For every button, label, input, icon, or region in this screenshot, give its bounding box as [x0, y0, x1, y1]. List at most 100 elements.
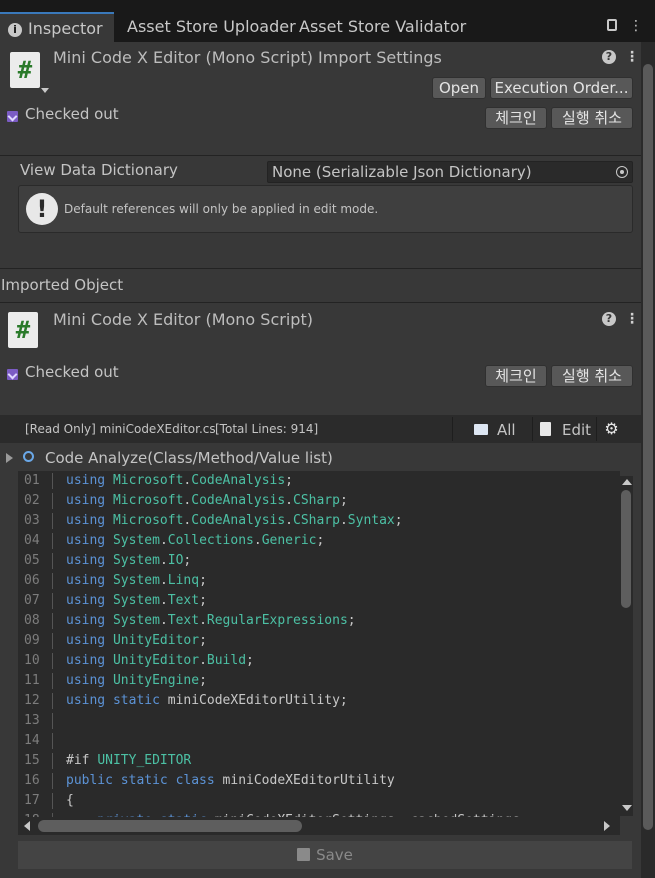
tab-bar: i Inspector Asset Store Uploader Asset St…: [0, 0, 655, 42]
line-number: 01: [24, 473, 40, 488]
edit-button-label: Edit: [562, 421, 592, 439]
code-text: using static miniCodeXEditorUtility;: [66, 693, 348, 708]
checkin-button[interactable]: 체크인: [485, 365, 547, 387]
save-button[interactable]: Save: [18, 841, 632, 869]
scroll-up-arrow-icon[interactable]: [622, 479, 632, 485]
undo-button[interactable]: 실행 취소: [551, 365, 633, 387]
code-line: 16 public static class miniCodeXEditorUti…: [18, 771, 618, 791]
line-number-separator: [52, 613, 53, 629]
line-number-separator: [52, 553, 53, 569]
line-number: 03: [24, 513, 40, 528]
separator: [0, 268, 641, 269]
warning-text: Default references will only be applied …: [64, 202, 379, 216]
imported-object-title: Mini Code X Editor (Mono Script): [53, 310, 313, 329]
checked-out-label: Checked out: [25, 363, 119, 381]
code-text: using System.Text.RegularExpressions;: [66, 613, 356, 628]
help-icon[interactable]: ?: [602, 50, 616, 64]
execution-order-button[interactable]: Execution Order...: [490, 77, 633, 99]
tab-validator-label: Asset Store Validator: [299, 17, 467, 36]
kebab-menu-icon[interactable]: ⋮: [629, 18, 643, 34]
code-text: using System.IO;: [66, 553, 192, 568]
code-line: 11 using UnityEngine;: [18, 671, 618, 691]
code-line: 05 using System.IO;: [18, 551, 618, 571]
scroll-left-arrow-icon[interactable]: [24, 821, 30, 831]
undo-button[interactable]: 실행 취소: [551, 107, 633, 129]
code-line: 07 using System.Text;: [18, 591, 618, 611]
tab-inspector[interactable]: i Inspector: [0, 12, 114, 42]
checked-out-icon: [7, 369, 18, 380]
line-number-separator: [52, 753, 53, 769]
code-text: using System.Linq;: [66, 573, 207, 588]
code-text: using UnityEngine;: [66, 673, 207, 688]
line-number-separator: [52, 533, 53, 549]
line-number-separator: [52, 653, 53, 669]
code-line: 04 using System.Collections.Generic;: [18, 531, 618, 551]
save-icon: [297, 848, 311, 861]
csharp-script-icon: #: [8, 312, 38, 348]
code-line: 15 #if UNITY_EDITOR: [18, 751, 618, 771]
line-number: 17: [24, 793, 40, 808]
scroll-right-arrow-icon[interactable]: [604, 821, 610, 831]
line-number-separator: [52, 733, 53, 749]
save-button-label: Save: [316, 846, 353, 864]
line-number: 02: [24, 493, 40, 508]
edit-button[interactable]: Edit: [532, 417, 596, 441]
foldout-arrow-icon: [6, 453, 13, 463]
dropdown-arrow-icon[interactable]: [41, 88, 49, 93]
open-button[interactable]: Open: [432, 77, 486, 99]
line-number: 14: [24, 733, 40, 748]
code-text: using UnityEditor;: [66, 633, 207, 648]
line-number-separator: [52, 793, 53, 809]
code-text: public static class miniCodeXEditorUtili…: [66, 773, 395, 788]
help-icon[interactable]: ?: [602, 312, 616, 326]
bottom-cutoff-text: [0, 874, 641, 878]
kebab-menu-icon[interactable]: ⋮: [625, 311, 639, 327]
line-number-separator: [52, 673, 53, 689]
code-text: using Microsoft.CodeAnalysis;: [66, 473, 293, 488]
search-icon: [23, 451, 34, 462]
line-number-separator: [52, 493, 53, 509]
tab-asset-store-validator[interactable]: Asset Store Validator: [299, 12, 466, 42]
line-number: 05: [24, 553, 40, 568]
total-lines-label: [Total Lines: 914]: [215, 422, 319, 436]
code-vertical-scroll-thumb[interactable]: [621, 490, 631, 608]
code-line: 10 using UnityEditor.Build;: [18, 651, 618, 671]
view-data-dictionary-value: None (Serializable Json Dictionary): [272, 163, 532, 181]
all-button-label: All: [497, 421, 516, 439]
import-settings-title: Mini Code X Editor (Mono Script) Import …: [53, 48, 442, 67]
imported-object-section-label: Imported Object: [1, 276, 124, 294]
object-picker-icon[interactable]: [616, 166, 628, 178]
all-button[interactable]: All: [452, 417, 532, 441]
scroll-down-arrow-icon[interactable]: [622, 805, 632, 811]
inspector-scroll-thumb[interactable]: [643, 64, 653, 830]
line-number: 15: [24, 753, 40, 768]
line-number: 04: [24, 533, 40, 548]
code-line: 08 using System.Text.RegularExpressions;: [18, 611, 618, 631]
code-line: 17 {: [18, 791, 618, 811]
code-line: 12 using static miniCodeXEditorUtility;: [18, 691, 618, 711]
code-text: using UnityEditor.Build;: [66, 653, 254, 668]
code-header-bar: [Read Only] miniCodeXEditor.cs [Total Li…: [0, 415, 641, 443]
csharp-script-icon: #: [10, 52, 40, 88]
lock-icon[interactable]: [607, 19, 617, 31]
code-text: using System.Collections.Generic;: [66, 533, 325, 548]
code-line: 14: [18, 731, 618, 751]
code-horizontal-scroll-thumb[interactable]: [38, 820, 302, 832]
checked-out-label: Checked out: [25, 105, 119, 123]
code-text: using Microsoft.CodeAnalysis.CSharp;: [66, 493, 348, 508]
checked-out-icon: [7, 111, 18, 122]
checkin-button[interactable]: 체크인: [485, 107, 547, 129]
code-line: 06 using System.Linq;: [18, 571, 618, 591]
line-number: 11: [24, 673, 40, 688]
code-text: #if UNITY_EDITOR: [66, 753, 192, 768]
separator: [0, 302, 641, 303]
code-viewer[interactable]: 01 using Microsoft.CodeAnalysis; 02 using M…: [18, 471, 620, 817]
kebab-menu-icon[interactable]: ⋮: [625, 49, 639, 65]
tab-bar-icons: ⋮: [607, 18, 643, 34]
code-line: 13: [18, 711, 618, 731]
gear-icon[interactable]: ⚙: [596, 417, 626, 441]
code-analyze-label: Code Analyze(Class/Method/Value list): [45, 449, 333, 467]
view-data-dictionary-field[interactable]: None (Serializable Json Dictionary): [267, 161, 633, 183]
tab-asset-store-uploader[interactable]: Asset Store Uploader: [127, 12, 296, 42]
code-text: {: [66, 793, 74, 808]
